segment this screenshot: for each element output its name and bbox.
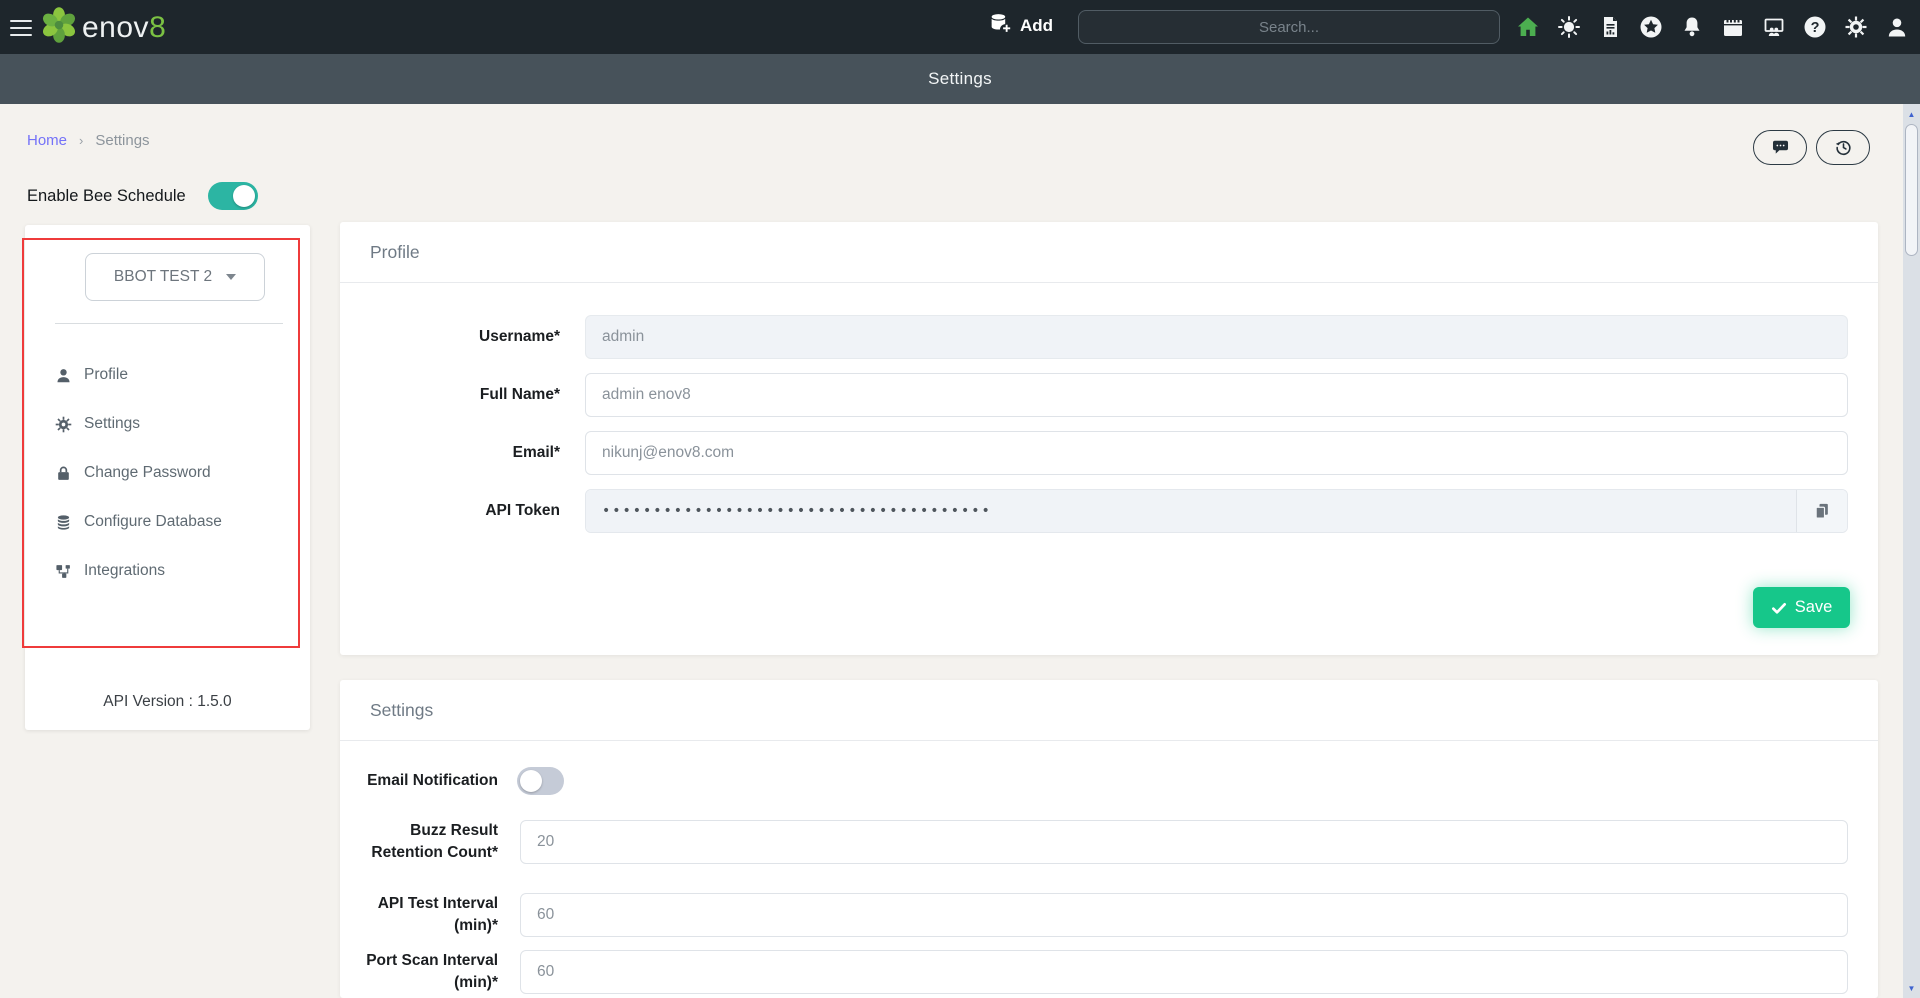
- nav-icon-group: ?: [1516, 0, 1909, 54]
- buzz-retention-input[interactable]: [520, 820, 1848, 864]
- api-token-group: [585, 489, 1848, 533]
- sidebar-item-configure-database[interactable]: Configure Database: [55, 510, 295, 534]
- email-notification-row: Email Notification: [340, 764, 1878, 798]
- settings-panel: Settings Email Notification Buzz Result …: [340, 680, 1878, 998]
- email-notification-label: Email Notification: [340, 770, 498, 792]
- scrollbar-down-arrow[interactable]: ▼: [1903, 980, 1920, 996]
- copy-icon: [1812, 501, 1832, 521]
- api-token-input[interactable]: [586, 490, 1796, 532]
- api-version-label: API Version : 1.5.0: [25, 693, 310, 711]
- sidebar-item-settings[interactable]: Settings: [55, 412, 295, 436]
- gear-icon: [55, 416, 72, 433]
- bee-schedule-row: Enable Bee Schedule: [27, 182, 258, 210]
- page-title-bar: Settings: [0, 54, 1920, 104]
- database-icon: [55, 514, 72, 531]
- sidebar-card: BBOT TEST 2 Profile Settings Change Pass…: [25, 225, 310, 730]
- report-icon[interactable]: [1598, 15, 1622, 39]
- email-input[interactable]: [585, 431, 1848, 475]
- bee-schedule-toggle[interactable]: [208, 182, 258, 210]
- profile-panel: Profile Username* Full Name* Email* API …: [340, 222, 1878, 655]
- api-token-label: API Token: [350, 502, 560, 520]
- vertical-scrollbar: ▲ ▼: [1903, 104, 1920, 998]
- hamburger-menu-icon[interactable]: [10, 15, 36, 39]
- email-notification-toggle[interactable]: [517, 767, 564, 795]
- chat-bubble-icon: [1771, 138, 1790, 157]
- history-button[interactable]: [1816, 130, 1870, 165]
- history-clock-icon: [1834, 138, 1853, 157]
- sidebar-divider: [55, 323, 283, 324]
- check-icon: [1771, 600, 1787, 616]
- api-test-interval-input[interactable]: [520, 893, 1848, 937]
- api-token-row: API Token: [340, 489, 1878, 533]
- port-scan-interval-row: Port Scan Interval (min)*: [340, 950, 1878, 994]
- bee-schedule-label: Enable Bee Schedule: [27, 187, 186, 206]
- gear-icon[interactable]: [1844, 15, 1868, 39]
- chevron-down-icon: [226, 274, 236, 280]
- username-label: Username*: [350, 328, 560, 346]
- full-name-row: Full Name*: [340, 373, 1878, 417]
- database-add-icon: [988, 11, 1013, 41]
- full-name-input[interactable]: [585, 373, 1848, 417]
- buzz-retention-label: Buzz Result Retention Count*: [340, 820, 498, 863]
- buzz-retention-row: Buzz Result Retention Count*: [340, 820, 1878, 864]
- breadcrumb-separator: ›: [79, 133, 83, 148]
- breadcrumb-home-link[interactable]: Home: [27, 132, 67, 149]
- sidebar-item-integrations[interactable]: Integrations: [55, 559, 295, 583]
- sidebar-item-change-password[interactable]: Change Password: [55, 461, 295, 485]
- environment-dropdown-value: BBOT TEST 2: [114, 268, 212, 286]
- brand-name: enov8: [82, 11, 166, 45]
- api-test-interval-row: API Test Interval (min)*: [340, 893, 1878, 937]
- breadcrumb-current: Settings: [95, 132, 149, 149]
- email-label: Email*: [350, 444, 560, 462]
- star-icon[interactable]: [1639, 15, 1663, 39]
- top-navbar: enov8 Add: [0, 0, 1920, 54]
- calendar-icon[interactable]: [1721, 15, 1745, 39]
- home-icon[interactable]: [1516, 15, 1540, 39]
- user-icon[interactable]: [1885, 15, 1909, 39]
- help-icon[interactable]: ?: [1803, 15, 1827, 39]
- port-scan-interval-input[interactable]: [520, 950, 1848, 994]
- board-people-icon[interactable]: [1762, 15, 1786, 39]
- environment-dropdown[interactable]: BBOT TEST 2: [85, 253, 265, 301]
- add-button[interactable]: Add: [988, 11, 1053, 41]
- save-button[interactable]: Save: [1753, 587, 1850, 628]
- sun-icon[interactable]: [1557, 15, 1581, 39]
- profile-panel-title: Profile: [340, 222, 1878, 283]
- scrollbar-thumb[interactable]: [1905, 124, 1918, 256]
- user-icon: [55, 367, 72, 384]
- breadcrumb: Home › Settings: [27, 132, 150, 149]
- sitemap-icon: [55, 563, 72, 580]
- lock-icon: [55, 465, 72, 482]
- settings-panel-title: Settings: [340, 680, 1878, 741]
- email-row: Email*: [340, 431, 1878, 475]
- flower-logo-icon: [40, 6, 78, 49]
- page-title: Settings: [928, 69, 992, 89]
- api-test-interval-label: API Test Interval (min)*: [340, 893, 498, 936]
- search-input[interactable]: [1078, 10, 1500, 44]
- sidebar-item-profile[interactable]: Profile: [55, 363, 295, 387]
- username-input[interactable]: [585, 315, 1848, 359]
- scrollbar-up-arrow[interactable]: ▲: [1903, 106, 1920, 122]
- enov8-logo[interactable]: enov8: [40, 6, 166, 49]
- full-name-label: Full Name*: [350, 386, 560, 404]
- copy-token-button[interactable]: [1796, 490, 1847, 532]
- svg-text:?: ?: [1811, 20, 1820, 36]
- comments-button[interactable]: [1753, 130, 1807, 165]
- port-scan-interval-label: Port Scan Interval (min)*: [340, 950, 498, 993]
- username-row: Username*: [340, 315, 1878, 359]
- bell-icon[interactable]: [1680, 15, 1704, 39]
- sidebar-menu: Profile Settings Change Password Con: [55, 363, 295, 608]
